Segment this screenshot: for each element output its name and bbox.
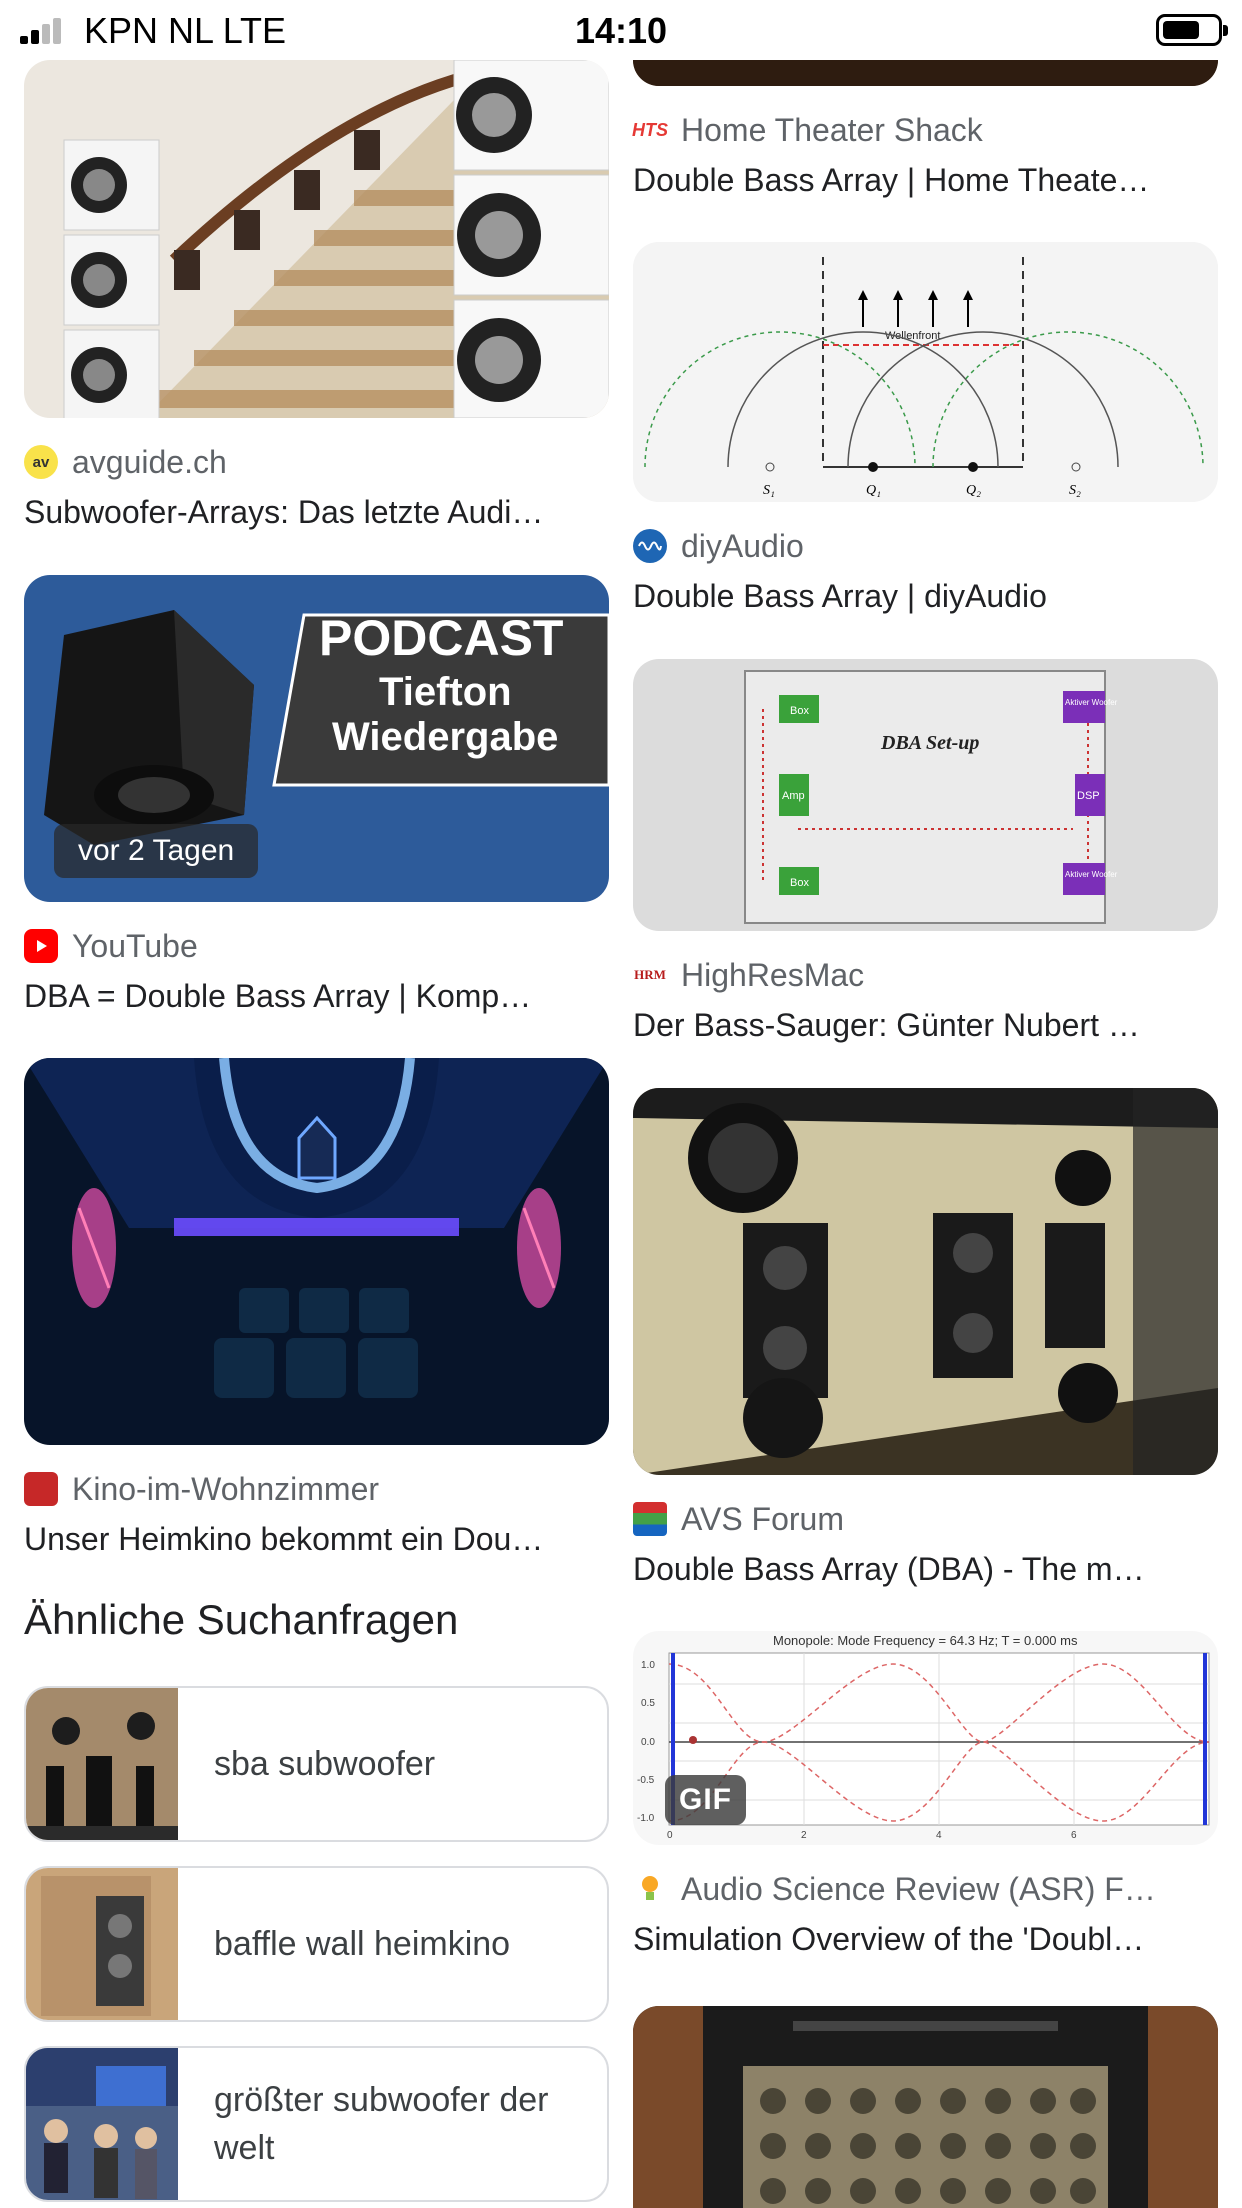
diagram-label-s2: S₂ bbox=[1069, 483, 1081, 498]
gif-badge: GIF bbox=[665, 1775, 746, 1825]
hts-favicon-icon: HTS bbox=[632, 119, 668, 140]
result-title[interactable]: Double Bass Array (DBA) - The m… bbox=[633, 1551, 1218, 1588]
x-tick: 0 bbox=[667, 1830, 673, 1841]
result-source[interactable]: avguide.ch bbox=[72, 444, 227, 481]
related-thumbnail bbox=[26, 2048, 178, 2200]
related-searches-heading: Ähnliche Suchanfragen bbox=[24, 1596, 459, 1643]
image-result-card[interactable]: Monopole: Mode Frequency = 64.3 Hz; T = … bbox=[633, 1631, 1218, 1958]
result-source[interactable]: AVS Forum bbox=[681, 1501, 844, 1538]
clock: 14:10 bbox=[574, 10, 668, 51]
result-thumbnail[interactable]: PODCAST Tiefton Wiedergabe vor 2 Tagen bbox=[24, 575, 609, 902]
dsp-label: DSP bbox=[1077, 790, 1100, 802]
related-thumbnail bbox=[26, 1688, 178, 1840]
result-source[interactable]: YouTube bbox=[72, 928, 198, 965]
y-tick: -0.5 bbox=[637, 1775, 655, 1786]
avguide-favicon-icon: av bbox=[24, 445, 58, 479]
y-tick: -1.0 bbox=[637, 1813, 655, 1824]
status-bar: KPN NL LTE 14:10 bbox=[0, 0, 1242, 60]
related-search-label: baffle wall heimkino bbox=[214, 1925, 511, 1963]
result-thumbnail[interactable]: Wellenfront S₁ Q₁ Q₂ S₂ bbox=[633, 242, 1218, 502]
result-source[interactable]: Audio Science Review (ASR) F… bbox=[681, 1871, 1156, 1908]
result-title[interactable]: Double Bass Array | diyAudio bbox=[633, 578, 1218, 615]
youtube-favicon-icon bbox=[24, 929, 58, 963]
x-tick: 2 bbox=[801, 1830, 807, 1841]
result-title[interactable]: Double Bass Array | Home Theate… bbox=[633, 162, 1218, 199]
avsforum-favicon-icon bbox=[633, 1502, 667, 1536]
result-thumbnail[interactable] bbox=[633, 1088, 1218, 1475]
result-thumbnail[interactable]: Box Amp Box Aktiver Woofer DSP Aktiver W… bbox=[633, 659, 1218, 931]
date-badge: vor 2 Tagen bbox=[54, 824, 259, 878]
highresmac-favicon-icon: HRM bbox=[633, 958, 667, 992]
y-tick: 0.0 bbox=[641, 1737, 655, 1748]
x-tick: 6 bbox=[1071, 1830, 1077, 1841]
result-thumbnail[interactable] bbox=[24, 1058, 609, 1445]
amp-label: Amp bbox=[782, 790, 805, 802]
result-title[interactable]: Unser Heimkino bekommt ein Dou… bbox=[24, 1521, 609, 1558]
box-label-top: Box bbox=[790, 705, 809, 717]
tiefton-text: Tiefton bbox=[379, 670, 512, 714]
plot-title: Monopole: Mode Frequency = 64.3 Hz; T = … bbox=[773, 1633, 1078, 1648]
result-title[interactable]: Der Bass-Sauger: Günter Nubert … bbox=[633, 1007, 1218, 1044]
diagram-label-q1: Q₁ bbox=[866, 483, 881, 498]
wiedergabe-text: Wiedergabe bbox=[332, 715, 558, 759]
result-thumbnail[interactable]: Monopole: Mode Frequency = 64.3 Hz; T = … bbox=[633, 1631, 1218, 1845]
x-tick: 4 bbox=[936, 1830, 942, 1841]
related-search-baffle-wall[interactable]: baffle wall heimkino bbox=[24, 1866, 609, 2022]
diyaudio-favicon-icon bbox=[633, 529, 667, 563]
related-search-groesster-subwoofer[interactable]: größter subwoofer der welt bbox=[24, 2046, 609, 2202]
y-tick: 1.0 bbox=[641, 1660, 655, 1671]
result-title[interactable]: Simulation Overview of the 'Doubl… bbox=[633, 1921, 1218, 1958]
diagram-label-s1: S₁ bbox=[763, 483, 775, 498]
result-source[interactable]: HighResMac bbox=[681, 957, 864, 994]
battery-icon bbox=[1156, 14, 1228, 46]
image-result-card[interactable]: AVS Forum Double Bass Array (DBA) - The … bbox=[633, 1088, 1218, 1588]
result-source[interactable]: Kino-im-Wohnzimmer bbox=[72, 1471, 379, 1508]
image-result-card[interactable]: Kino-im-Wohnzimmer Unser Heimkino bekomm… bbox=[24, 1058, 609, 1558]
podcast-text: PODCAST bbox=[319, 610, 563, 666]
result-thumbnail[interactable] bbox=[633, 2006, 1218, 2208]
image-result-card[interactable]: av avguide.ch Subwoofer-Arrays: Das letz… bbox=[24, 60, 609, 531]
related-search-label: größter subwoofer der welt bbox=[214, 2081, 549, 2167]
aktiver-woofer-bottom: Aktiver Woofer bbox=[1065, 870, 1118, 879]
image-result-card[interactable] bbox=[633, 2006, 1218, 2208]
result-title[interactable]: Subwoofer-Arrays: Das letzte Audi… bbox=[24, 494, 609, 531]
aktiver-woofer-top: Aktiver Woofer bbox=[1065, 698, 1118, 707]
result-source[interactable]: Home Theater Shack bbox=[681, 112, 983, 149]
related-search-sba-subwoofer[interactable]: sba subwoofer bbox=[24, 1686, 609, 1842]
result-source[interactable]: diyAudio bbox=[681, 528, 804, 565]
related-search-label: sba subwoofer bbox=[214, 1745, 436, 1783]
image-result-card[interactable]: Box Amp Box Aktiver Woofer DSP Aktiver W… bbox=[633, 659, 1218, 1044]
result-title[interactable]: DBA = Double Bass Array | Komp… bbox=[24, 978, 609, 1015]
box-label-bottom: Box bbox=[790, 877, 809, 889]
kino-favicon-icon bbox=[24, 1472, 58, 1506]
result-thumbnail[interactable] bbox=[24, 60, 609, 418]
y-tick: 0.5 bbox=[641, 1698, 655, 1709]
asr-favicon-icon bbox=[633, 1872, 667, 1906]
dba-setup-heading: DBA Set-up bbox=[880, 732, 979, 754]
related-thumbnail bbox=[26, 1868, 178, 2020]
diagram-label-q2: Q₂ bbox=[966, 483, 981, 498]
image-result-card[interactable]: PODCAST Tiefton Wiedergabe vor 2 Tagen Y… bbox=[24, 575, 609, 1015]
image-result-card[interactable]: Wellenfront S₁ Q₁ Q₂ S₂ diyAudio Double … bbox=[633, 242, 1218, 615]
